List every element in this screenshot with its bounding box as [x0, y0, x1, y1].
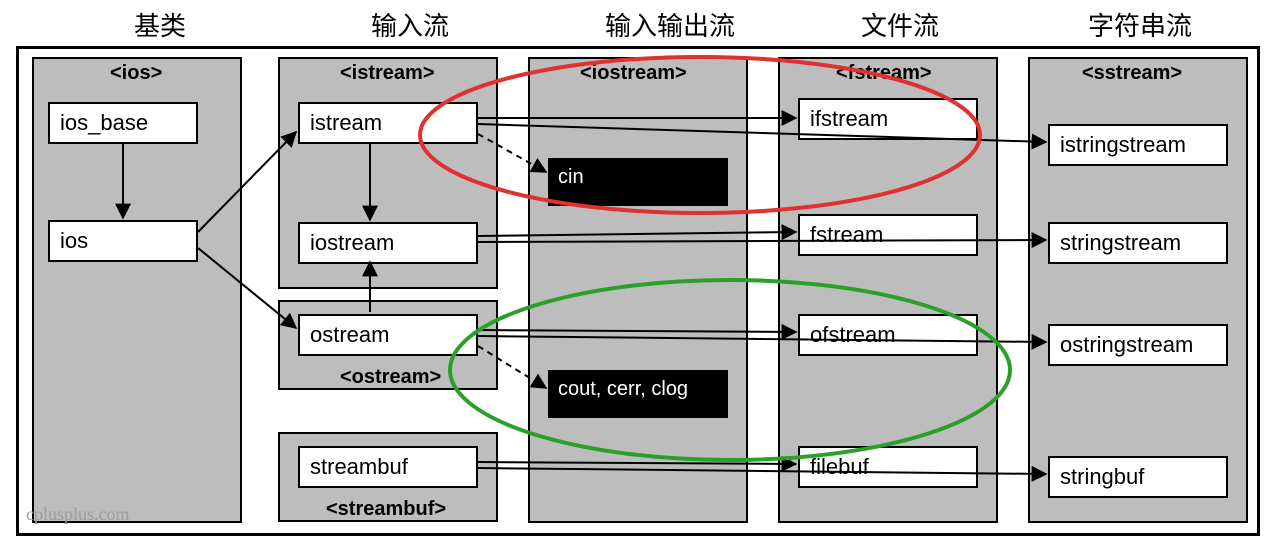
- node-iostream: iostream: [298, 222, 478, 264]
- node-cin: cin: [548, 158, 728, 206]
- node-fstream: fstream: [798, 214, 978, 256]
- node-istringstream: istringstream: [1048, 124, 1228, 166]
- group-istream-title: <istream>: [340, 62, 435, 85]
- node-stringbuf: stringbuf: [1048, 456, 1228, 498]
- group-ostream-title: <ostream>: [340, 366, 441, 389]
- node-ios: ios: [48, 220, 198, 262]
- group-fstream-title: <fstream>: [836, 62, 932, 85]
- node-ostream: ostream: [298, 314, 478, 356]
- node-ofstream: ofstream: [798, 314, 978, 356]
- node-filebuf: filebuf: [798, 446, 978, 488]
- group-sstream-title: <sstream>: [1082, 62, 1182, 85]
- column-header-iostream: 输入输出流: [570, 6, 770, 43]
- column-header-input: 输入流: [340, 6, 480, 43]
- watermark: cplusplus.com: [26, 504, 130, 525]
- column-header-string: 字符串流: [1050, 6, 1230, 43]
- group-iostream-title: <iostream>: [580, 62, 687, 85]
- node-ifstream: ifstream: [798, 98, 978, 140]
- group-ios-title: <ios>: [110, 62, 162, 85]
- node-istream: istream: [298, 102, 478, 144]
- node-cout-cerr-clog: cout, cerr, clog: [548, 370, 728, 418]
- diagram-canvas: 基类 输入流 输入输出流 文件流 字符串流 <ios> <istream> <o…: [0, 0, 1274, 541]
- node-ios-base: ios_base: [48, 102, 198, 144]
- group-streambuf-title: <streambuf>: [326, 498, 446, 521]
- node-streambuf: streambuf: [298, 446, 478, 488]
- column-header-file: 文件流: [830, 6, 970, 43]
- column-header-base: 基类: [100, 6, 220, 43]
- node-ostringstream: ostringstream: [1048, 324, 1228, 366]
- group-iostream: [528, 57, 748, 523]
- node-stringstream: stringstream: [1048, 222, 1228, 264]
